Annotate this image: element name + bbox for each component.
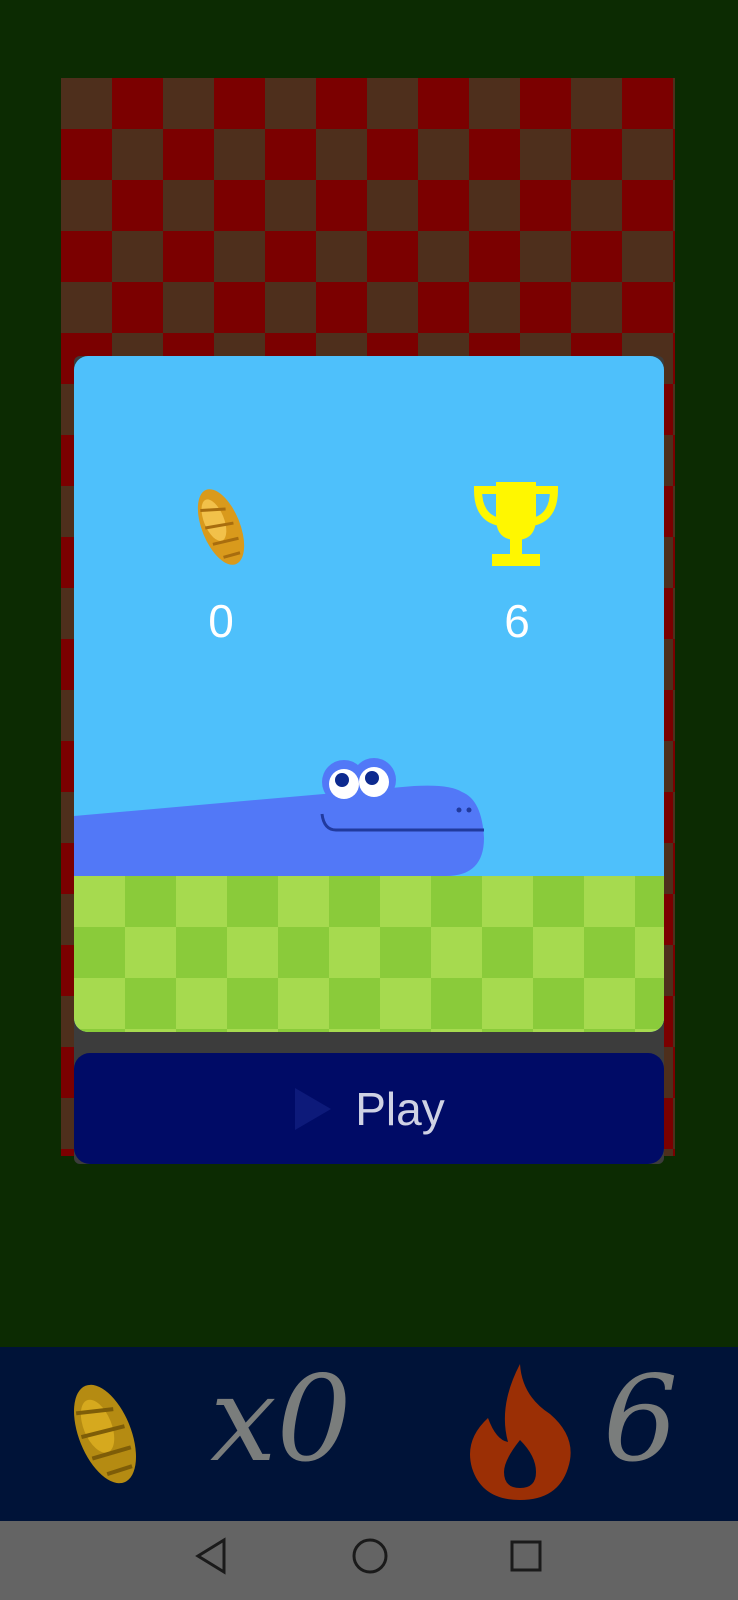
current-score: 0: [208, 595, 234, 647]
best-score: 6: [504, 595, 530, 647]
flame-icon: [470, 1364, 571, 1500]
android-nav-bar: [0, 1521, 738, 1600]
play-triangle-icon: [295, 1087, 332, 1130]
play-button[interactable]: Play: [74, 1053, 664, 1164]
multiplier-text: x0: [210, 1350, 352, 1488]
golden-seed-icon: [74, 1384, 136, 1484]
home-circle-icon[interactable]: [351, 1537, 389, 1575]
snake: [74, 758, 484, 876]
trophy-icon: [473, 482, 559, 566]
grass-ground: [74, 876, 664, 1032]
play-label: Play: [355, 1082, 445, 1135]
back-triangle-icon[interactable]: [194, 1537, 228, 1575]
start-card: 0 6: [74, 356, 664, 1032]
streak-text: 6: [603, 1350, 679, 1488]
golden-seed-icon: [197, 489, 245, 565]
recents-square-icon[interactable]: [509, 1537, 543, 1575]
